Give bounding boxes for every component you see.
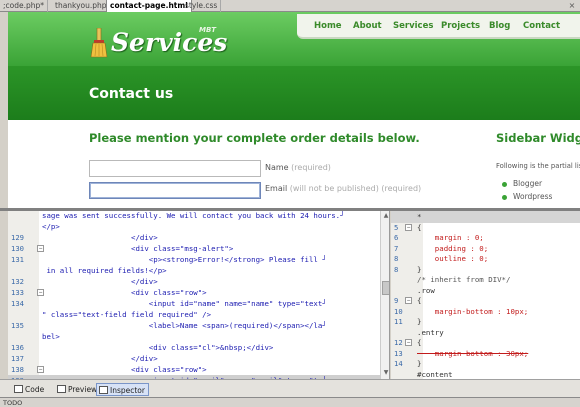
nav-blog[interactable]: Blog	[489, 21, 510, 31]
code-view-label: Code	[25, 385, 45, 394]
tab-contact-page-html[interactable]: contact-page.html	[106, 0, 192, 12]
code-line[interactable]: 137 </div>	[8, 353, 380, 364]
tab-code-php[interactable]: ;code.php*	[0, 0, 49, 12]
logo-superscript: MBT	[199, 26, 217, 34]
inspector-icon	[99, 386, 108, 394]
code-line[interactable]: 133− <div class="row">	[8, 287, 380, 298]
close-tab-icon[interactable]: ×	[567, 1, 577, 11]
site-header: Services MBT Home About Services Project…	[8, 12, 580, 120]
view-toolbar: Code Preview Inspector	[0, 379, 580, 397]
code-text: <div class="msg-alert">	[42, 244, 234, 253]
status-bar: TODO	[0, 397, 580, 407]
code-text: bel>	[42, 332, 60, 341]
code-line[interactable]: 131 <p><strong>Error!</strong> Please fi…	[8, 254, 380, 265]
css-text: #content	[417, 369, 453, 379]
design-view: Services MBT Home About Services Project…	[8, 12, 580, 208]
code-line[interactable]: " class="text-field field required" />	[8, 309, 380, 320]
line-number: 130	[11, 244, 24, 253]
sidebar-item-label: Wordpress	[513, 192, 553, 201]
inspector-label: Inspector	[110, 386, 145, 395]
nav-projects[interactable]: Projects	[441, 21, 480, 31]
nav-contact[interactable]: Contact	[523, 21, 560, 31]
code-text: <input id="name" name="name" type="text┘	[42, 299, 327, 308]
line-number: 136	[11, 343, 24, 352]
code-line[interactable]: 132 </div>	[8, 276, 380, 287]
line-number: 134	[11, 299, 24, 308]
preview-icon	[57, 385, 66, 393]
page-title: Contact us	[89, 86, 174, 102]
code-line[interactable]: bel>	[8, 331, 380, 342]
line-number: 133	[11, 288, 24, 297]
line-number: 129	[11, 233, 24, 242]
fold-toggle-icon[interactable]: −	[405, 297, 412, 304]
code-line[interactable]: 136 <div class="cl">&nbsp;</div>	[8, 342, 380, 353]
vertical-scrollbar[interactable]: ▲ ▼	[380, 211, 389, 379]
nav-about[interactable]: About	[353, 21, 382, 31]
email-field[interactable]	[89, 182, 261, 199]
site-nav: Home About Services Projects Blog Contac…	[297, 14, 580, 39]
code-text: </div>	[42, 354, 158, 363]
code-line[interactable]: 135 <label>Name <span>(required)</span><…	[8, 320, 380, 331]
sidebar-widget-title: Sidebar Widget	[496, 131, 580, 145]
scroll-up-icon[interactable]: ▲	[382, 212, 389, 220]
html-code-editor[interactable]: sage was sent successfully. We will cont…	[8, 211, 390, 379]
code-line[interactable]: </p>	[8, 221, 380, 232]
name-label: Name (required)	[265, 163, 331, 172]
code-text: <div class="row">	[42, 288, 207, 297]
code-text: </div>	[42, 277, 158, 286]
line-number: 135	[11, 321, 24, 330]
fold-toggle-icon[interactable]: −	[405, 339, 412, 346]
code-text: sage was sent successfully. We will cont…	[42, 211, 345, 220]
document-tab-bar: ;code.php* thankyou.php contact-page.htm…	[0, 0, 580, 12]
email-label-text: Email	[265, 184, 288, 193]
bullet-icon	[502, 181, 507, 187]
line-number: 138	[11, 365, 24, 374]
sidebar-item-label: Blogger	[513, 179, 543, 188]
nav-home[interactable]: Home	[314, 21, 342, 31]
css-line[interactable]: #content	[391, 368, 580, 380]
code-line[interactable]: 129 </div>	[8, 232, 380, 243]
sidebar-item-blogger[interactable]: Blogger	[502, 179, 542, 188]
line-number: 137	[11, 354, 24, 363]
code-text: </div>	[42, 233, 158, 242]
sidebar-item-wordpress[interactable]: Wordpress	[502, 192, 552, 201]
broom-logo-icon	[90, 28, 108, 58]
code-text: " class="text-field field required" />	[42, 310, 212, 319]
preview-label: Preview	[68, 385, 98, 394]
code-view-icon	[14, 385, 23, 393]
line-number: 132	[11, 277, 24, 286]
fold-toggle-icon[interactable]: −	[405, 223, 412, 231]
bullet-icon	[502, 194, 507, 200]
code-line[interactable]: in all required fields!</p>	[8, 265, 380, 276]
code-text: in all required fields!</p>	[42, 266, 167, 275]
code-line[interactable]: 130− <div class="msg-alert">	[8, 243, 380, 254]
email-label: Email (will not be published) (required)	[265, 184, 421, 193]
inspector-button[interactable]: Inspector	[96, 383, 149, 396]
page-body: Please mention your complete order detai…	[8, 120, 580, 208]
code-view-button[interactable]: Code	[12, 383, 47, 396]
sidebar-description: Following is the partial lis	[496, 162, 580, 170]
scroll-down-icon[interactable]: ▼	[382, 369, 389, 377]
code-line[interactable]: 134 <input id="name" name="name" type="t…	[8, 298, 380, 309]
code-line[interactable]: 138− <div class="row">	[8, 364, 380, 375]
code-text: <div class="cl">&nbsp;</div>	[42, 343, 274, 352]
nav-services[interactable]: Services	[393, 21, 433, 31]
code-text: <label>Name <span>(required)</span></la┘	[42, 321, 327, 330]
code-text: </p>	[42, 222, 60, 231]
tab-style-css[interactable]: style.css	[182, 0, 222, 12]
css-code-editor[interactable]: * 5−{6 margin : 0; 7 padding : 0; 8 outline…	[391, 211, 580, 379]
email-required-note: (will not be published) (required)	[289, 184, 422, 193]
name-label-text: Name	[265, 163, 289, 172]
code-line[interactable]: sage was sent successfully. We will cont…	[8, 211, 380, 221]
scrollbar-thumb[interactable]	[382, 281, 389, 295]
code-text: <div class="row">	[42, 365, 207, 374]
code-text: <p><strong>Error!</strong> Please fill ┘	[42, 255, 327, 264]
name-field[interactable]	[89, 160, 261, 177]
order-heading: Please mention your complete order detai…	[89, 131, 420, 145]
line-number: 131	[11, 255, 24, 264]
name-required-note: (required)	[291, 163, 331, 172]
tab-thankyou-php[interactable]: thankyou.php	[52, 0, 111, 12]
preview-button[interactable]: Preview	[55, 383, 100, 396]
